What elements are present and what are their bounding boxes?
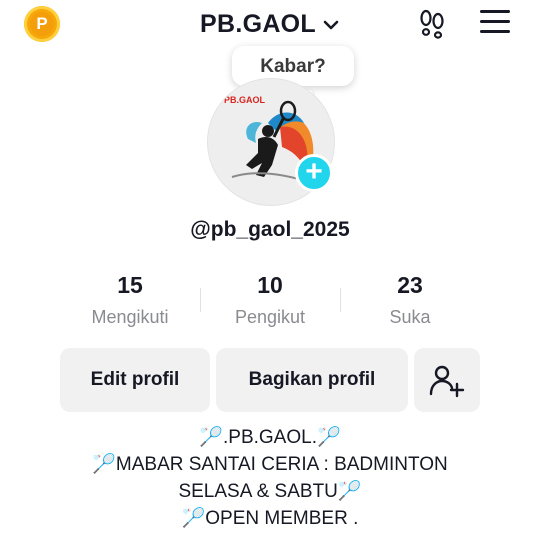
username: @pb_gaol_2025 bbox=[190, 218, 350, 241]
stat-followers[interactable]: 10 Pengikut bbox=[200, 270, 340, 334]
account-switcher[interactable]: PB.GAOL bbox=[0, 10, 540, 39]
stat-likes[interactable]: 23 Suka bbox=[340, 270, 480, 334]
svg-text:PB.GAOL: PB.GAOL bbox=[224, 95, 266, 105]
status-bubble-text: Kabar? bbox=[260, 56, 326, 77]
stats-row: 15 Mengikuti 10 Pengikut 23 Suka bbox=[60, 270, 480, 334]
share-profile-button[interactable]: Bagikan profil bbox=[216, 348, 408, 412]
chevron-down-icon bbox=[323, 20, 339, 29]
add-person-icon bbox=[429, 365, 465, 398]
stat-likes-label: Suka bbox=[389, 307, 431, 327]
status-bubble[interactable]: Kabar? bbox=[232, 46, 354, 86]
stat-following[interactable]: 15 Mengikuti bbox=[60, 270, 200, 334]
bio-line: 🏸OPEN MEMBER . bbox=[181, 508, 359, 529]
bio-line: 🏸MABAR SANTAI CERIA : BADMINTON bbox=[92, 454, 448, 475]
add-friend-button[interactable] bbox=[414, 348, 480, 412]
bio-line: SELASA & SABTU🏸 bbox=[178, 481, 362, 502]
menu-icon[interactable] bbox=[480, 10, 510, 36]
edit-profile-button[interactable]: Edit profil bbox=[60, 348, 210, 412]
bio: 🏸.PB.GAOL.🏸 🏸MABAR SANTAI CERIA : BADMIN… bbox=[0, 424, 540, 532]
stat-followers-value: 10 bbox=[257, 272, 283, 298]
bio-line: 🏸.PB.GAOL.🏸 bbox=[199, 427, 341, 448]
stat-followers-label: Pengikut bbox=[234, 307, 306, 327]
top-bar: P PB.GAOL bbox=[0, 0, 540, 50]
stat-likes-value: 23 bbox=[397, 272, 423, 298]
add-avatar-button[interactable]: + bbox=[295, 154, 333, 192]
page-title: PB.GAOL bbox=[200, 10, 316, 38]
stat-following-value: 15 bbox=[117, 272, 143, 298]
footprints-icon[interactable] bbox=[416, 8, 448, 40]
stat-following-label: Mengikuti bbox=[91, 307, 169, 327]
